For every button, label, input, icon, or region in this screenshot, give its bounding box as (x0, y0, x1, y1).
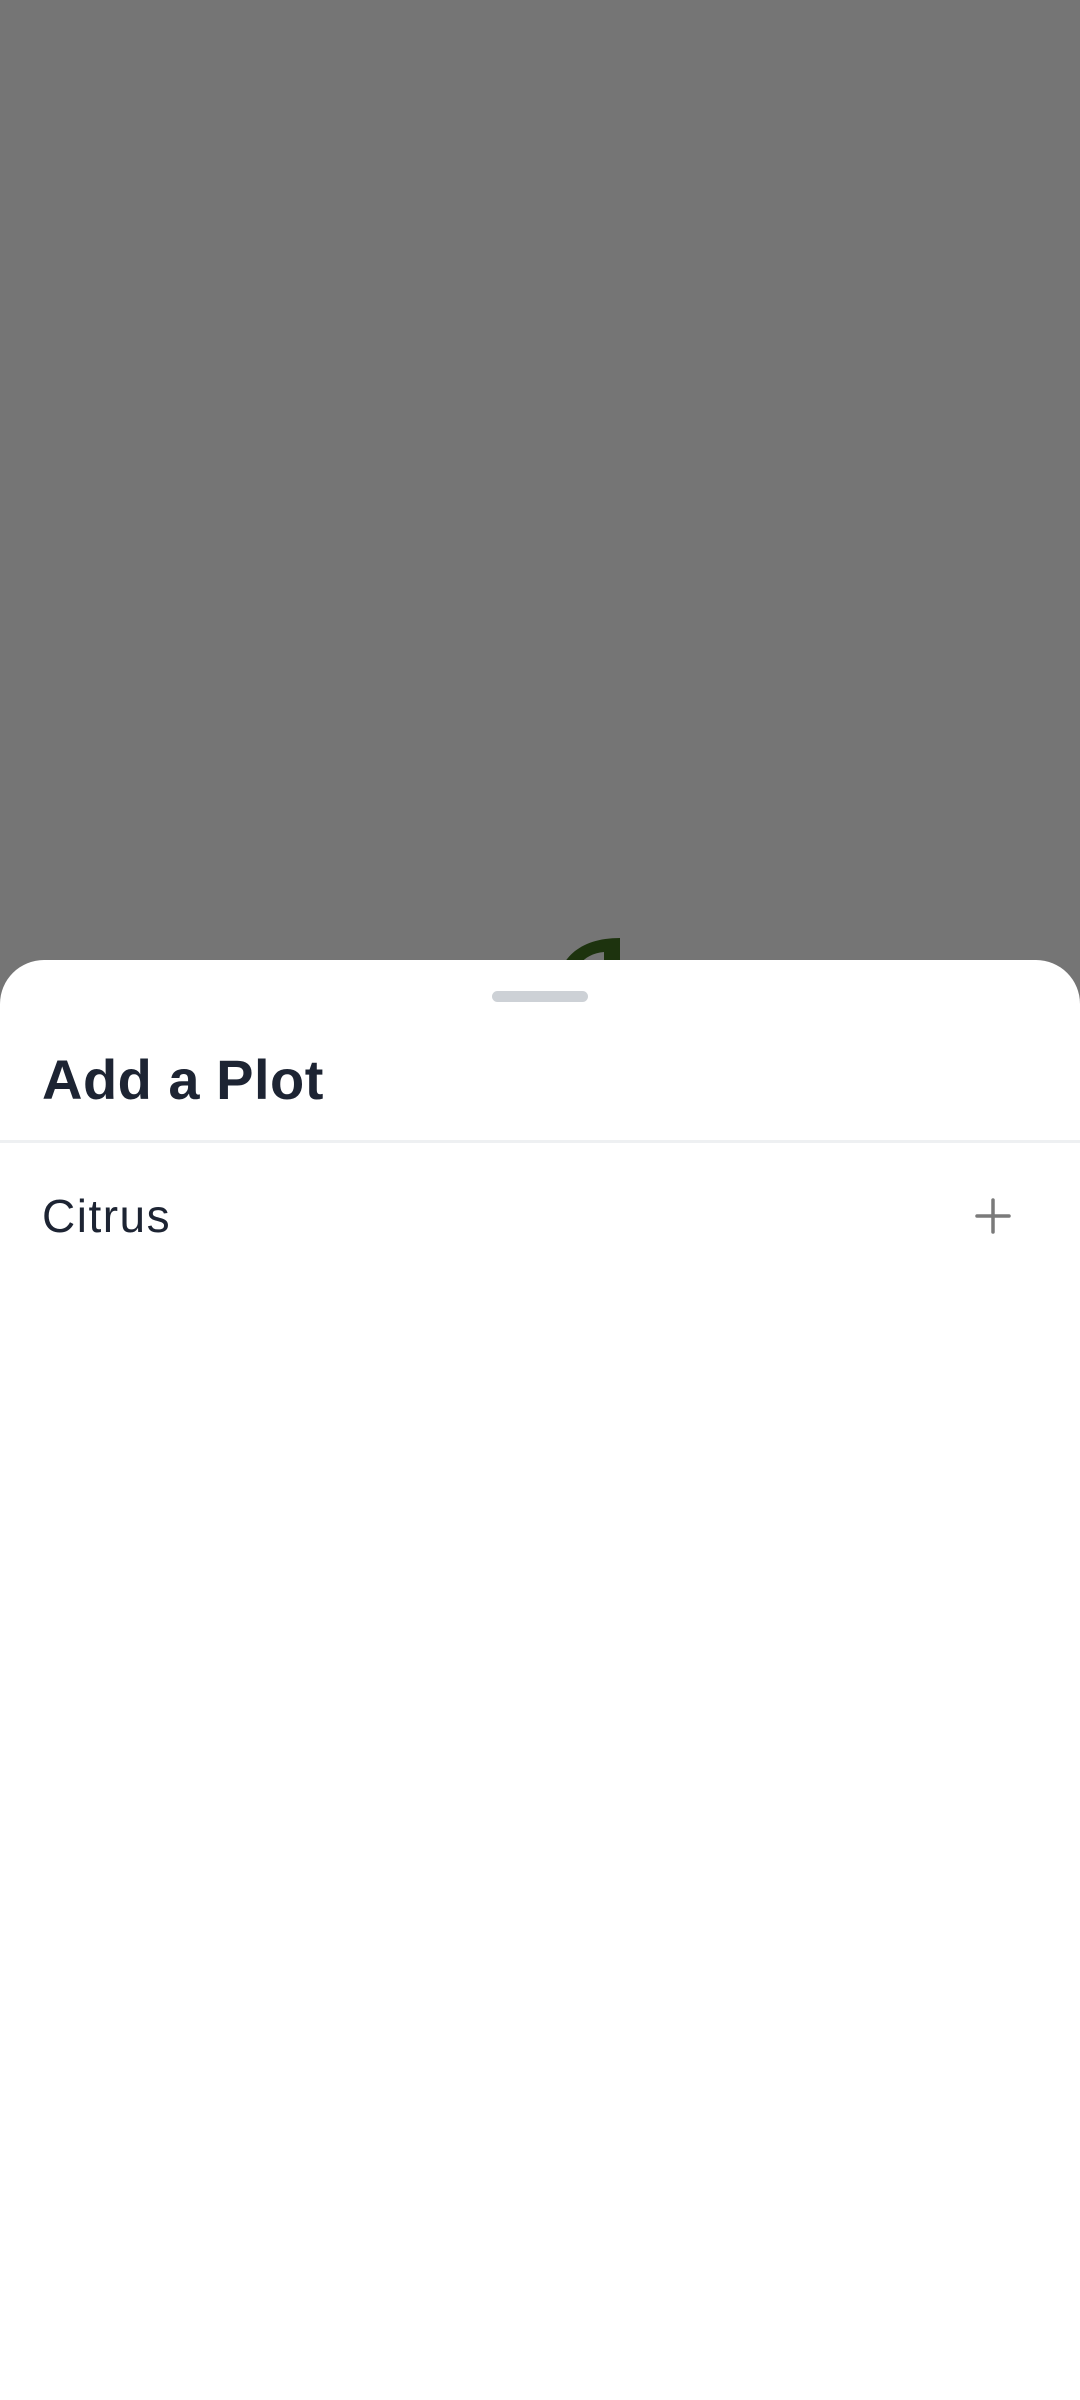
add-plot-button[interactable] (960, 1183, 1026, 1249)
plot-name: Citrus (42, 1190, 172, 1242)
sheet-title: Add a Plot (42, 1048, 324, 1111)
list-item-plot[interactable]: Citrus (0, 1143, 1080, 1293)
plot-list: Citrus (0, 1143, 1080, 1293)
drag-handle[interactable] (492, 991, 588, 1002)
add-plot-bottom-sheet: Add a Plot Citrus (0, 960, 1080, 2400)
plus-icon (975, 1198, 1011, 1234)
screen: Add a Plot Citrus (0, 0, 1080, 2400)
